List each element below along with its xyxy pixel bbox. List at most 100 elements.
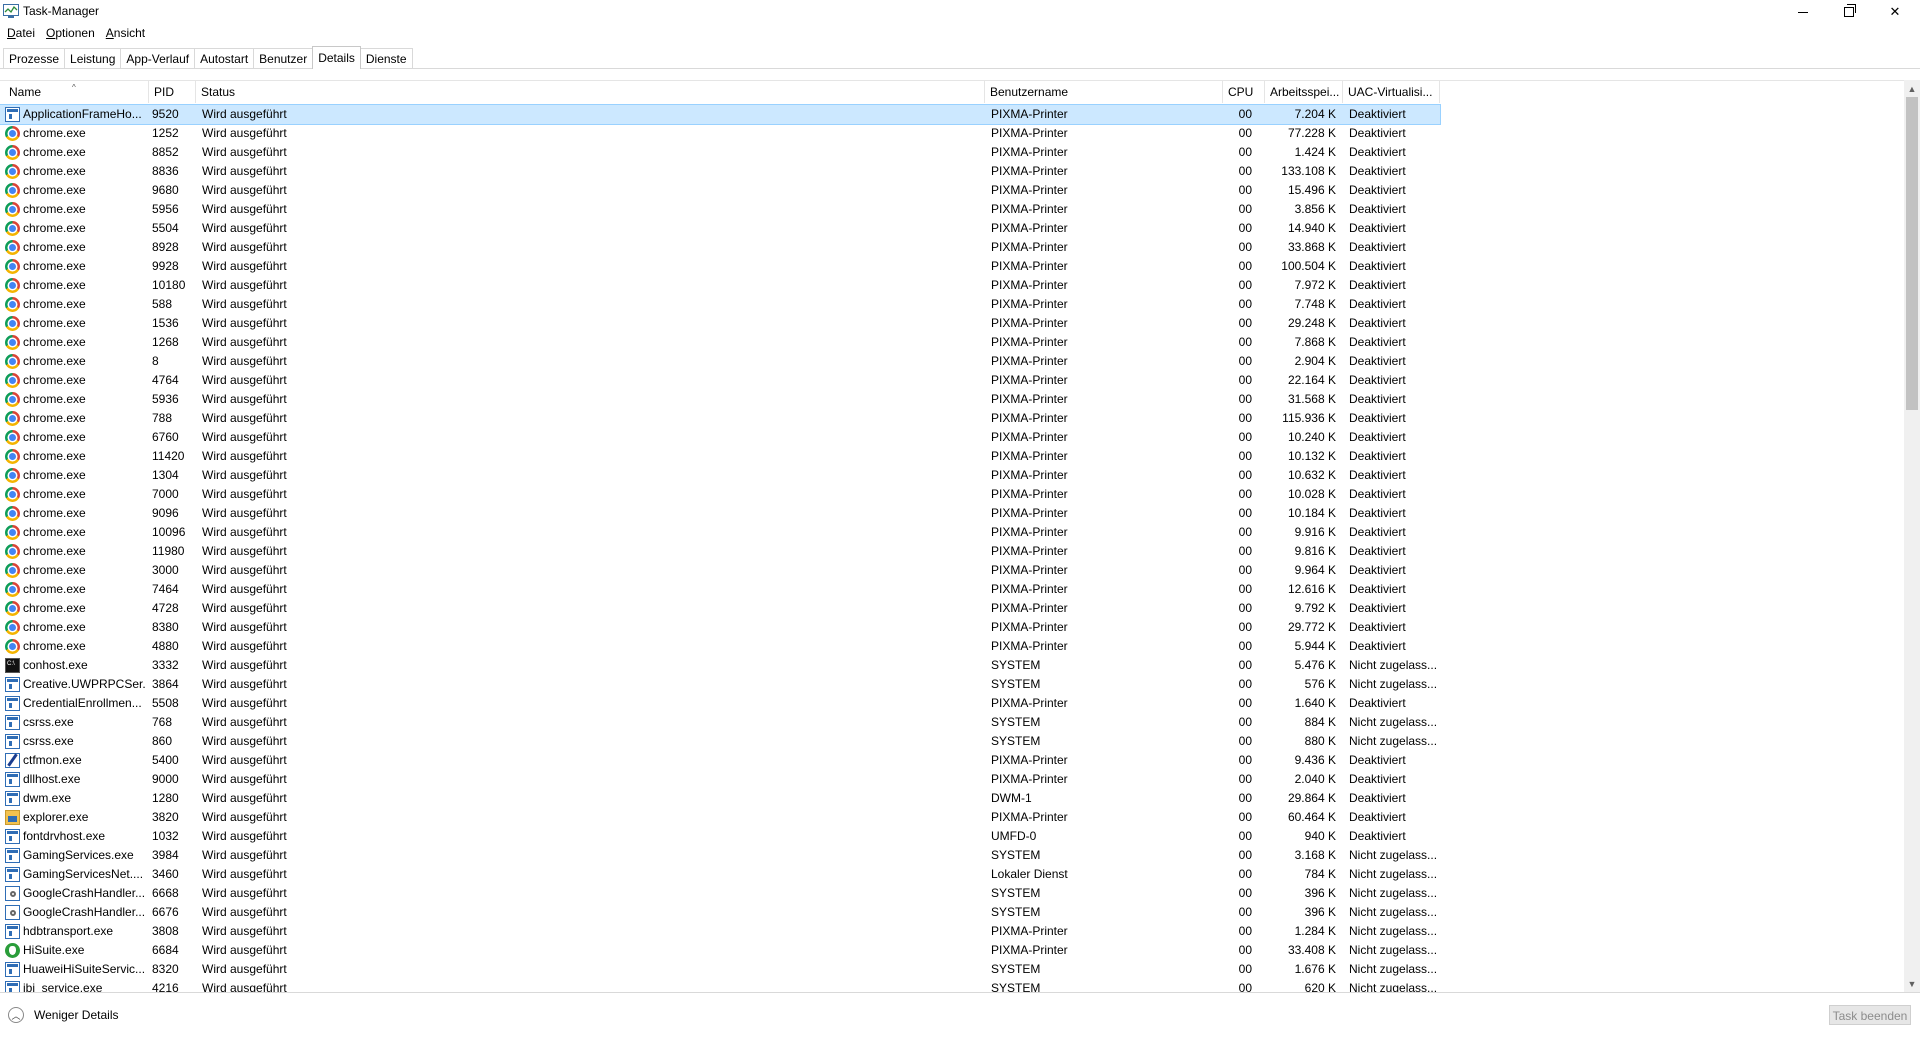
scroll-down-icon[interactable]: ▼ (1904, 975, 1920, 992)
scrollbar-thumb[interactable] (1906, 97, 1918, 410)
tab-autostart[interactable]: Autostart (194, 48, 255, 69)
cell-memory: 33.408 K (1287, 943, 1336, 957)
fewer-details-link[interactable]: Weniger Details (34, 1008, 118, 1022)
cell-pid: 1536 (152, 316, 179, 330)
collapse-chevron-icon[interactable]: ︿ (8, 1007, 24, 1023)
tab-prozesse[interactable]: Prozesse (3, 48, 66, 69)
table-row[interactable]: chrome.exe 8928 Wird ausgeführt PIXMA-Print… (0, 238, 1440, 257)
cell-name: chrome.exe (5, 219, 145, 238)
table-row[interactable]: chrome.exe 10096 Wird ausgeführt PIXMA-Prin… (0, 523, 1440, 542)
table-row[interactable]: conhost.exe 3332 Wird ausgeführt SYSTEM 00 5.… (0, 656, 1440, 675)
table-row[interactable]: chrome.exe 9096 Wird ausgeführt PIXMA-Print… (0, 504, 1440, 523)
table-row[interactable]: ibi_service.exe 4216 Wird ausgeführt SYSTEM… (0, 979, 1440, 993)
table-row[interactable]: chrome.exe 9928 Wird ausgeführt PIXMA-Print… (0, 257, 1440, 276)
menu-datei-accel: D (7, 26, 16, 40)
cell-name: chrome.exe (5, 181, 145, 200)
close-button[interactable]: ✕ (1872, 0, 1918, 24)
process-name: chrome.exe (23, 316, 86, 330)
table-row[interactable]: HuaweiHiSuiteServic... 8320 Wird ausgeführ… (0, 960, 1440, 979)
cell-uac: Nicht zugelass... (1349, 677, 1438, 691)
cell-uac: Deaktiviert (1349, 829, 1406, 843)
cell-name: explorer.exe (5, 808, 145, 827)
table-row[interactable]: chrome.exe 10180 Wird ausgeführt PIXMA-Prin… (0, 276, 1440, 295)
column-header-cpu[interactable]: CPU (1223, 81, 1265, 103)
table-row[interactable]: explorer.exe 3820 Wird ausgeführt PIXMA-Pri… (0, 808, 1440, 827)
table-row[interactable]: dwm.exe 1280 Wird ausgeführt DWM-1 00 29.864 … (0, 789, 1440, 808)
table-row[interactable]: chrome.exe 4764 Wird ausgeführt PIXMA-Print… (0, 371, 1440, 390)
vertical-scrollbar[interactable]: ▲ ▼ (1904, 80, 1920, 992)
table-row[interactable]: chrome.exe 1268 Wird ausgeführt PIXMA-Print… (0, 333, 1440, 352)
table-row[interactable]: fontdrvhost.exe 1032 Wird ausgeführt UMFD-0… (0, 827, 1440, 846)
table-row[interactable]: hdbtransport.exe 3808 Wird ausgeführt PIXMA… (0, 922, 1440, 941)
table-row[interactable]: chrome.exe 7464 Wird ausgeführt PIXMA-Print… (0, 580, 1440, 599)
cell-cpu: 00 (1238, 848, 1252, 862)
end-task-button[interactable]: Task beenden (1829, 1005, 1911, 1025)
menu-optionen[interactable]: Optionen (39, 24, 99, 42)
table-row[interactable]: GamingServices.exe 3984 Wird ausgeführt SYS… (0, 846, 1440, 865)
column-header-name[interactable]: ^ Name (4, 81, 149, 103)
table-row[interactable]: chrome.exe 1304 Wird ausgeführt PIXMA-Print… (0, 466, 1440, 485)
cell-cpu: 00 (1238, 354, 1252, 368)
table-row[interactable]: Creative.UWPRPCSer... 3864 Wird ausgeführt… (0, 675, 1440, 694)
table-row[interactable]: CredentialEnrollmen... 5508 Wird ausgeführ… (0, 694, 1440, 713)
tab-benutzer[interactable]: Benutzer (253, 48, 314, 69)
column-header-pid[interactable]: PID (149, 81, 196, 103)
cell-pid: 1304 (152, 468, 179, 482)
tab-dienste[interactable]: Dienste (359, 48, 413, 69)
table-row[interactable]: ctfmon.exe 5400 Wird ausgeführt PIXMA-Print… (0, 751, 1440, 770)
cell-memory: 10.132 K (1287, 449, 1336, 463)
table-row[interactable]: chrome.exe 1252 Wird ausgeführt PIXMA-Print… (0, 124, 1440, 143)
table-row[interactable]: chrome.exe 4880 Wird ausgeführt PIXMA-Print… (0, 637, 1440, 656)
table-row[interactable]: chrome.exe 8852 Wird ausgeführt PIXMA-Print… (0, 143, 1440, 162)
column-header-memory[interactable]: Arbeitsspei... (1265, 81, 1343, 103)
table-row[interactable]: chrome.exe 6760 Wird ausgeführt PIXMA-Print… (0, 428, 1440, 447)
column-header-name-label: Name (9, 85, 42, 99)
table-row[interactable]: chrome.exe 8836 Wird ausgeführt PIXMA-Print… (0, 162, 1440, 181)
chrome-icon (5, 525, 20, 540)
table-row[interactable]: csrss.exe 768 Wird ausgeführt SYSTEM 00 884 K… (0, 713, 1440, 732)
column-header-user[interactable]: Benutzername (985, 81, 1223, 103)
menu-ansicht[interactable]: Ansicht (99, 24, 149, 42)
table-row[interactable]: chrome.exe 1536 Wird ausgeführt PIXMA-Print… (0, 314, 1440, 333)
cell-cpu: 00 (1238, 601, 1252, 615)
restore-button[interactable] (1826, 0, 1872, 24)
chrome-icon (5, 449, 20, 464)
table-row[interactable]: chrome.exe 8 Wird ausgeführt PIXMA-Printer 0… (0, 352, 1440, 371)
table-row[interactable]: csrss.exe 860 Wird ausgeführt SYSTEM 00 880 K… (0, 732, 1440, 751)
scroll-up-icon[interactable]: ▲ (1904, 80, 1920, 97)
table-row[interactable]: chrome.exe 7000 Wird ausgeführt PIXMA-Print… (0, 485, 1440, 504)
table-row[interactable]: dllhost.exe 9000 Wird ausgeführt PIXMA-Prin… (0, 770, 1440, 789)
table-row[interactable]: chrome.exe 11420 Wird ausgeführt PIXMA-Prin… (0, 447, 1440, 466)
table-row[interactable]: chrome.exe 5936 Wird ausgeführt PIXMA-Print… (0, 390, 1440, 409)
cell-cpu: 00 (1238, 544, 1252, 558)
minimize-button[interactable] (1780, 0, 1826, 24)
cell-cpu: 00 (1238, 886, 1252, 900)
table-row[interactable]: chrome.exe 4728 Wird ausgeführt PIXMA-Print… (0, 599, 1440, 618)
table-row[interactable]: chrome.exe 8380 Wird ausgeführt PIXMA-Print… (0, 618, 1440, 637)
table-row[interactable]: GoogleCrashHandler... 6668 Wird ausgeführt… (0, 884, 1440, 903)
column-header-status[interactable]: Status (196, 81, 985, 103)
table-row[interactable]: ApplicationFrameHo... 9520 Wird ausgeführt… (0, 104, 1441, 125)
table-row[interactable]: HiSuite.exe 6684 Wird ausgeführt PIXMA-Prin… (0, 941, 1440, 960)
column-header-uac[interactable]: UAC-Virtualisi... (1343, 81, 1440, 103)
table-row[interactable]: GamingServicesNet.... 3460 Wird ausgeführt… (0, 865, 1440, 884)
table-row[interactable]: chrome.exe 788 Wird ausgeführt PIXMA-Printe… (0, 409, 1440, 428)
table-row[interactable]: chrome.exe 11980 Wird ausgeführt PIXMA-Prin… (0, 542, 1440, 561)
table-row[interactable]: chrome.exe 3000 Wird ausgeführt PIXMA-Print… (0, 561, 1440, 580)
cell-status: Wird ausgeführt (202, 487, 287, 501)
table-row[interactable]: chrome.exe 5956 Wird ausgeführt PIXMA-Print… (0, 200, 1440, 219)
table-row[interactable]: chrome.exe 588 Wird ausgeführt PIXMA-Printe… (0, 295, 1440, 314)
table-row[interactable]: chrome.exe 5504 Wird ausgeführt PIXMA-Print… (0, 219, 1440, 238)
cell-status: Wird ausgeführt (202, 848, 287, 862)
tab-leistung[interactable]: Leistung (64, 48, 122, 69)
tab-details[interactable]: Details (312, 46, 361, 69)
table-row[interactable]: chrome.exe 9680 Wird ausgeführt PIXMA-Print… (0, 181, 1440, 200)
menu-datei[interactable]: Datei (0, 24, 39, 42)
tab-app-verlauf[interactable]: App-Verlauf (120, 48, 196, 69)
table-row[interactable]: GoogleCrashHandler... 6676 Wird ausgeführt… (0, 903, 1440, 922)
process-name: chrome.exe (23, 582, 86, 596)
cell-uac: Nicht zugelass... (1349, 848, 1438, 862)
cell-status: Wird ausgeführt (202, 772, 287, 786)
process-name: HiSuite.exe (23, 943, 85, 957)
cell-pid: 5504 (152, 221, 179, 235)
